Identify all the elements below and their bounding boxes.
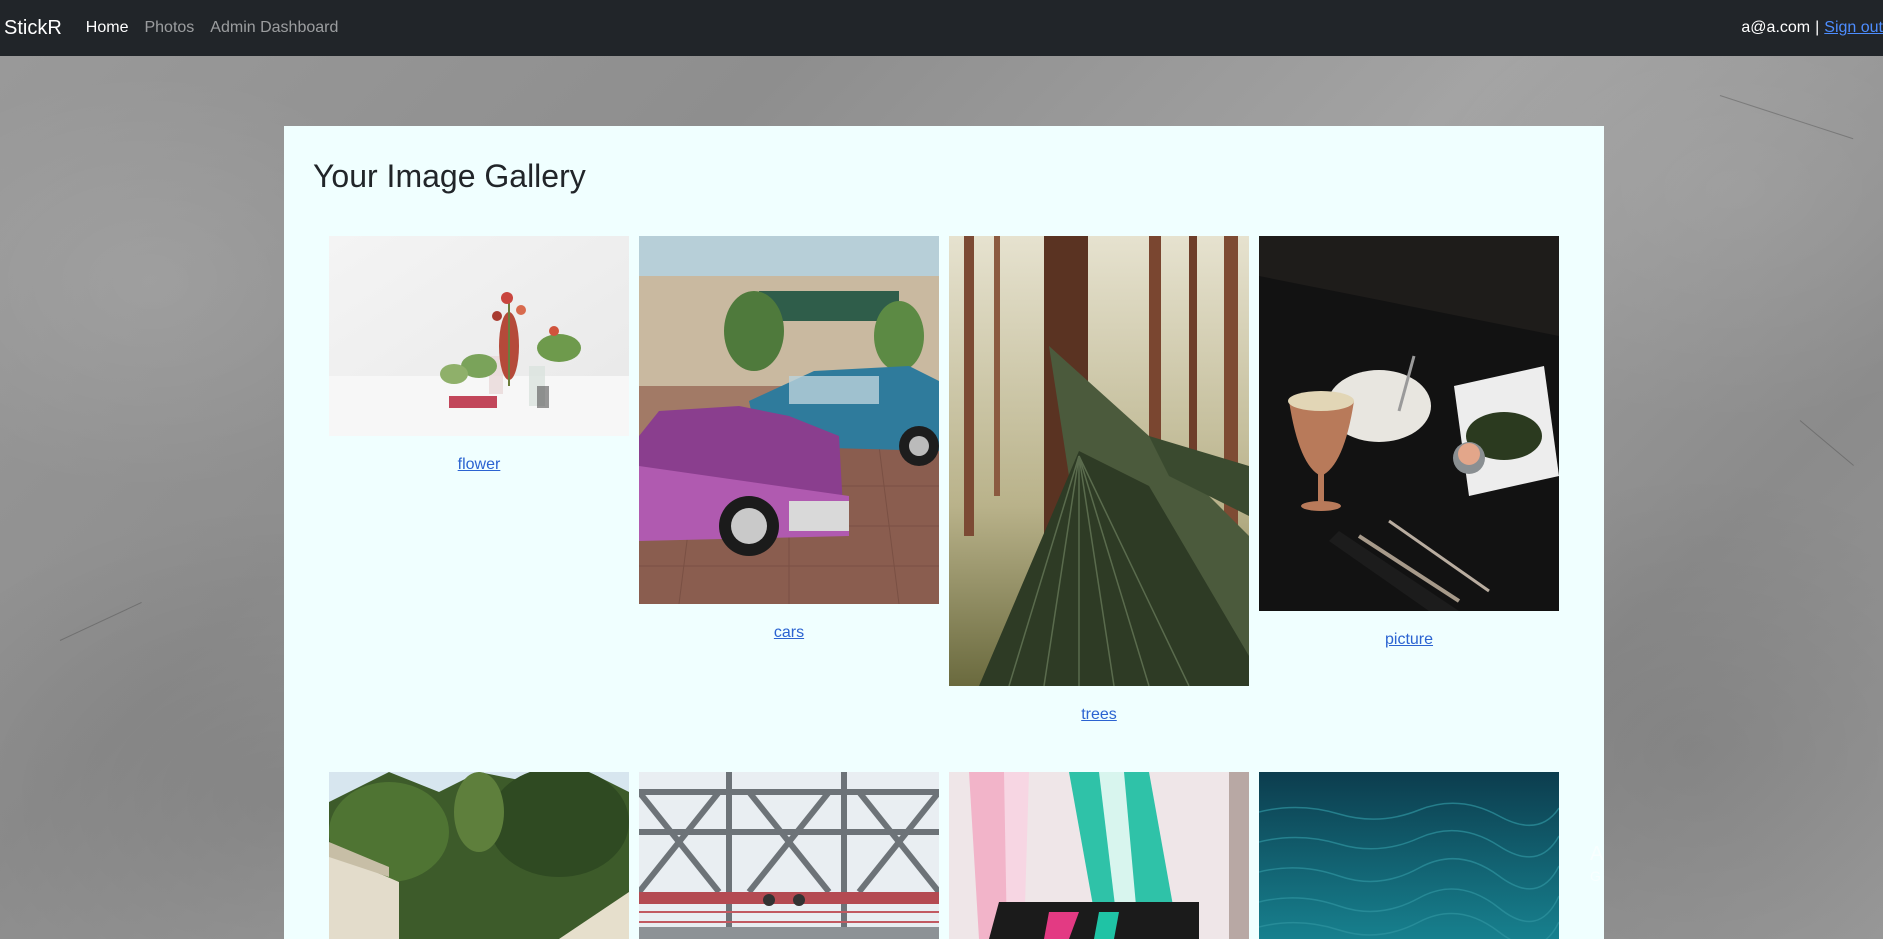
gallery-card: picture (1259, 236, 1559, 649)
image-caption-flower[interactable]: flower (329, 456, 629, 474)
image-ocean-water[interactable] (1259, 772, 1559, 939)
image-steel-bridge[interactable] (639, 772, 939, 939)
page-title: Your Image Gallery (313, 158, 586, 194)
nav-photos-link[interactable]: Photos (144, 19, 194, 37)
image-caption-trees[interactable]: trees (949, 706, 1249, 724)
gallery-container: Your Image Gallery flower cars trees pic… (284, 126, 1604, 939)
gallery-card: cars (639, 236, 939, 642)
image-trees-rooftop[interactable] (329, 772, 629, 939)
user-area: a@a.com | Sign out (1741, 0, 1883, 56)
sign-out-link[interactable]: Sign out (1824, 19, 1883, 37)
user-separator: | (1815, 19, 1820, 36)
image-neon-light[interactable] (949, 772, 1249, 939)
texture-crack (59, 602, 142, 641)
top-navbar: StickR Home Photos Admin Dashboard a@a.c… (0, 0, 1883, 56)
gallery-card: trees (949, 236, 1249, 724)
texture-crack (1799, 420, 1854, 466)
user-email: a@a.com (1741, 19, 1811, 36)
image-trees[interactable] (949, 236, 1249, 686)
image-flower[interactable] (329, 236, 629, 436)
image-caption-cars[interactable]: cars (639, 624, 939, 642)
image-picture[interactable] (1259, 236, 1559, 611)
gallery-card (949, 772, 1249, 939)
gallery-card (639, 772, 939, 939)
texture-crack (1719, 95, 1854, 140)
nav-home-link[interactable]: Home (86, 19, 129, 37)
gallery-card: flower (329, 236, 629, 474)
nav-admin-dashboard-link[interactable]: Admin Dashboard (210, 19, 338, 37)
gallery-card (1259, 772, 1559, 939)
activation-watermark: A G (1590, 843, 1604, 884)
image-caption-picture[interactable]: picture (1259, 631, 1559, 649)
gallery-card (329, 772, 629, 939)
image-cars[interactable] (639, 236, 939, 604)
brand-logo[interactable]: StickR (4, 17, 62, 40)
